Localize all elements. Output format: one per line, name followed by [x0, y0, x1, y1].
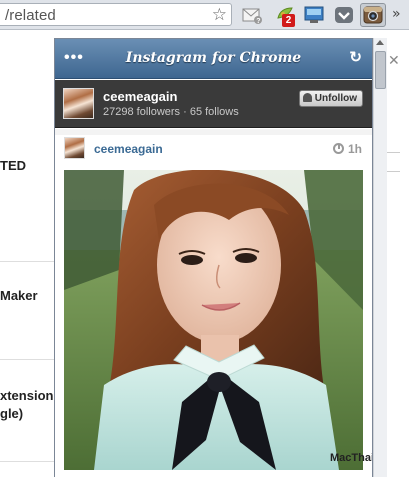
star-icon[interactable]: ☆: [212, 5, 227, 25]
profile-stats: 27298 followers · 65 follows: [103, 106, 239, 118]
post-header: ceemeagain 1h: [55, 135, 372, 167]
watermark-text: MacThai.Net: [330, 452, 372, 464]
scroll-up-arrow-icon[interactable]: [376, 40, 384, 45]
shield-icon[interactable]: [333, 4, 355, 26]
post-time: 1h: [348, 142, 363, 156]
background-item: gle): [0, 406, 24, 421]
browser-toolbar: /related ☆ ? 2 »: [0, 0, 409, 30]
photo-illustration: [64, 170, 363, 470]
url-text[interactable]: /related: [5, 7, 56, 24]
popup-scrollbar[interactable]: [373, 38, 387, 477]
close-icon[interactable]: ✕: [388, 52, 400, 69]
background-item: xtension: [0, 388, 54, 403]
unfollow-button[interactable]: Unfollow: [298, 90, 363, 107]
background-sidebar: TED Maker xtension gle): [0, 31, 54, 477]
background-item: Maker: [0, 288, 38, 303]
avatar[interactable]: [63, 88, 94, 119]
user-icon: [302, 93, 312, 102]
post-photo[interactable]: [64, 170, 363, 470]
svg-text:?: ?: [256, 18, 260, 25]
clock-icon: [333, 143, 344, 154]
popup-title: Instagram for Chrome: [125, 50, 302, 66]
extensions-overflow-button[interactable]: »: [392, 6, 401, 22]
profile-username[interactable]: ceemeagain: [103, 89, 177, 104]
scroll-thumb[interactable]: [375, 51, 386, 89]
address-bar[interactable]: /related ☆: [0, 3, 232, 26]
instagram-popup: ••• Instagram for Chrome ↻ ceemeagain 27…: [54, 38, 373, 477]
unfollow-label: Unfollow: [314, 93, 357, 104]
post-avatar[interactable]: [64, 137, 85, 159]
profile-bar: ceemeagain 27298 followers · 65 follows …: [55, 80, 372, 128]
divider: [0, 261, 54, 262]
notification-badge: 2: [282, 14, 295, 27]
mail-icon[interactable]: ?: [241, 4, 263, 26]
divider: [0, 461, 54, 462]
refresh-icon[interactable]: ↻: [349, 48, 362, 66]
popup-header: ••• Instagram for Chrome ↻: [55, 39, 372, 79]
camera-icon[interactable]: [360, 3, 386, 27]
post-username[interactable]: ceemeagain: [94, 142, 163, 156]
divider: [0, 359, 54, 360]
background-item: TED: [0, 158, 26, 173]
screen-capture-icon[interactable]: [303, 4, 325, 26]
